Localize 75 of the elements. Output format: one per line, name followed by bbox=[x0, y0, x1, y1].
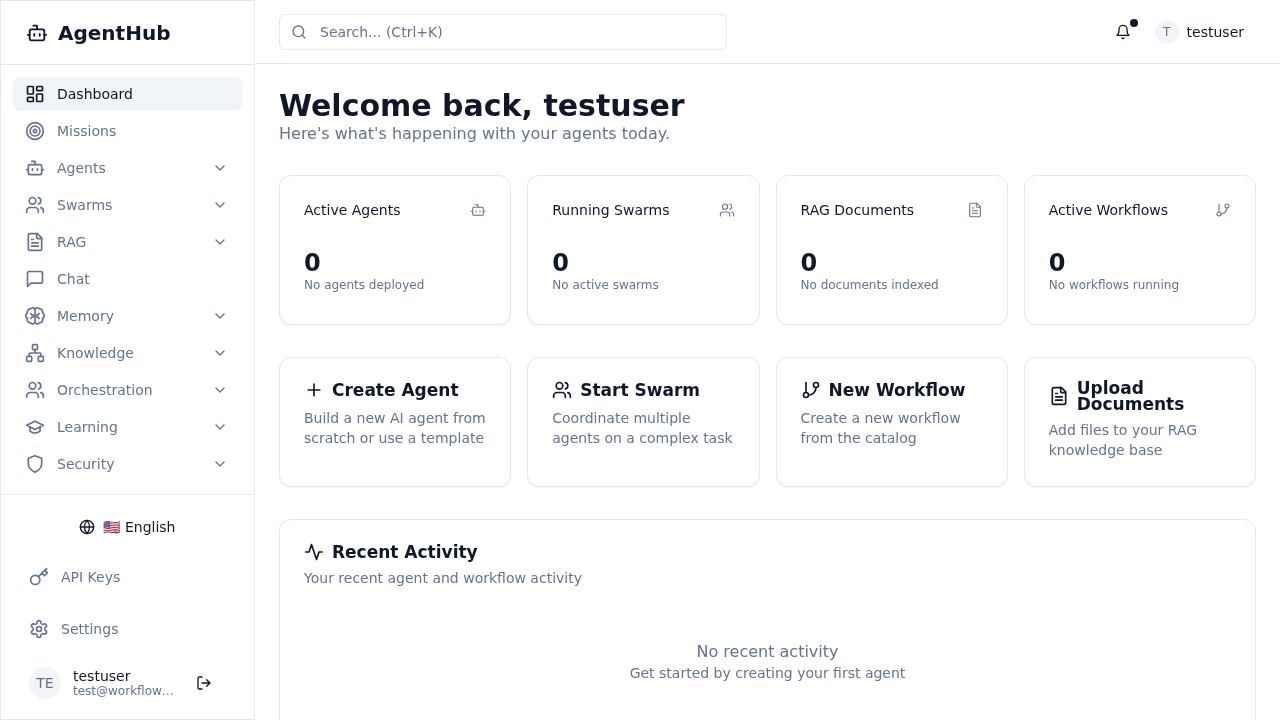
sidebar-link[interactable]: API Keys bbox=[17, 555, 238, 599]
brain-icon bbox=[25, 306, 45, 326]
stat-note: No documents indexed bbox=[800, 278, 940, 292]
bell-icon bbox=[1114, 23, 1131, 40]
settings-icon bbox=[29, 619, 49, 639]
shield-icon bbox=[25, 454, 45, 474]
action-card[interactable]: Create Agent Build a new AI agent from scratch or use a template bbox=[279, 357, 512, 487]
nav-item[interactable]: Chat bbox=[13, 262, 242, 296]
nav-item[interactable]: Agents bbox=[13, 151, 242, 185]
stat-note: No active swarms bbox=[552, 278, 660, 292]
users-icon bbox=[552, 380, 573, 400]
page-subtitle: Here's what's happening with your agents today. bbox=[279, 124, 671, 143]
users-icon bbox=[25, 380, 45, 400]
user-avatar: TE bbox=[29, 667, 61, 699]
branch-icon bbox=[800, 380, 821, 400]
action-title: New Workflow bbox=[828, 382, 966, 398]
nav-item[interactable]: RAG bbox=[13, 225, 242, 259]
action-title: Create Agent bbox=[332, 382, 459, 398]
language-selector[interactable]: 🇺🇸 English bbox=[73, 507, 182, 547]
nav-item[interactable]: Missions bbox=[13, 114, 242, 148]
dashboard-icon bbox=[25, 84, 45, 104]
robot-icon bbox=[470, 202, 487, 218]
stat-value: 0 bbox=[800, 248, 819, 278]
action-description: Create a new workflow from the catalog bbox=[800, 409, 962, 448]
stat-title: Running Swarms bbox=[552, 202, 670, 218]
action-card[interactable]: New Workflow Create a new workflow from the catalog bbox=[775, 357, 1008, 487]
nav-item[interactable]: Orchestration bbox=[13, 373, 242, 407]
nav-item[interactable]: Learning bbox=[13, 410, 242, 444]
empty-title: No recent activity bbox=[696, 642, 839, 661]
card-subtitle: Your recent agent and workflow activity bbox=[304, 570, 583, 586]
stat-title: Active Agents bbox=[304, 202, 401, 218]
card-title: Recent Activity bbox=[332, 544, 478, 560]
app-name: AgentHub bbox=[58, 20, 171, 45]
stat-note: No workflows running bbox=[1048, 278, 1180, 292]
robot-icon bbox=[25, 158, 45, 178]
page-title: Welcome back, testuser bbox=[279, 88, 686, 124]
nav-item[interactable]: Swarms bbox=[13, 188, 242, 222]
users-icon bbox=[25, 195, 45, 215]
sidebar-link[interactable]: Settings bbox=[17, 607, 238, 651]
graduation-cap-icon bbox=[25, 417, 45, 437]
hierarchy-icon bbox=[25, 343, 45, 363]
user-name: testuser bbox=[73, 668, 132, 684]
action-title: Start Swarm bbox=[580, 382, 701, 398]
document-icon bbox=[25, 232, 45, 252]
stat-title: RAG Documents bbox=[800, 202, 915, 218]
nav-item[interactable]: Security bbox=[13, 447, 242, 481]
logout-icon bbox=[196, 675, 212, 691]
stat-note: No agents deployed bbox=[304, 278, 426, 292]
nav-item[interactable]: Dashboard bbox=[13, 77, 242, 111]
target-icon bbox=[25, 121, 45, 141]
document-icon bbox=[966, 202, 983, 218]
users-icon bbox=[718, 202, 735, 218]
action-description: Coordinate multiple agents on a complex task bbox=[552, 409, 734, 448]
globe-icon bbox=[79, 519, 96, 535]
user-menu[interactable]: T testuser bbox=[1154, 19, 1256, 44]
nav-item[interactable]: Memory bbox=[13, 299, 242, 333]
action-description: Build a new AI agent from scratch or use a template bbox=[304, 409, 487, 448]
stat-value: 0 bbox=[1048, 248, 1067, 278]
activity-icon bbox=[304, 542, 324, 562]
nav-item[interactable]: Knowledge bbox=[13, 336, 242, 370]
branch-icon bbox=[1215, 202, 1231, 218]
logout-button[interactable] bbox=[196, 675, 212, 691]
stat-value: 0 bbox=[304, 248, 322, 278]
action-title: Upload Documents bbox=[1076, 380, 1186, 412]
chat-icon bbox=[25, 269, 45, 289]
action-card[interactable]: Start Swarm Coordinate multiple agents on a complex task bbox=[527, 357, 760, 487]
action-description: Add files to your RAG knowledge base bbox=[1048, 421, 1199, 460]
key-icon bbox=[29, 567, 49, 587]
stat-title: Active Workflows bbox=[1048, 202, 1169, 218]
user-email: test@workflow… bbox=[73, 684, 175, 698]
empty-hint: Get started by creating your first agent bbox=[629, 665, 906, 681]
action-card[interactable]: Upload Documents Add files to your RAG knowledge base bbox=[1023, 357, 1256, 487]
stat-value: 0 bbox=[552, 248, 570, 278]
search-field[interactable]: Search... (Ctrl+K) bbox=[279, 13, 727, 50]
search-icon bbox=[291, 23, 307, 40]
